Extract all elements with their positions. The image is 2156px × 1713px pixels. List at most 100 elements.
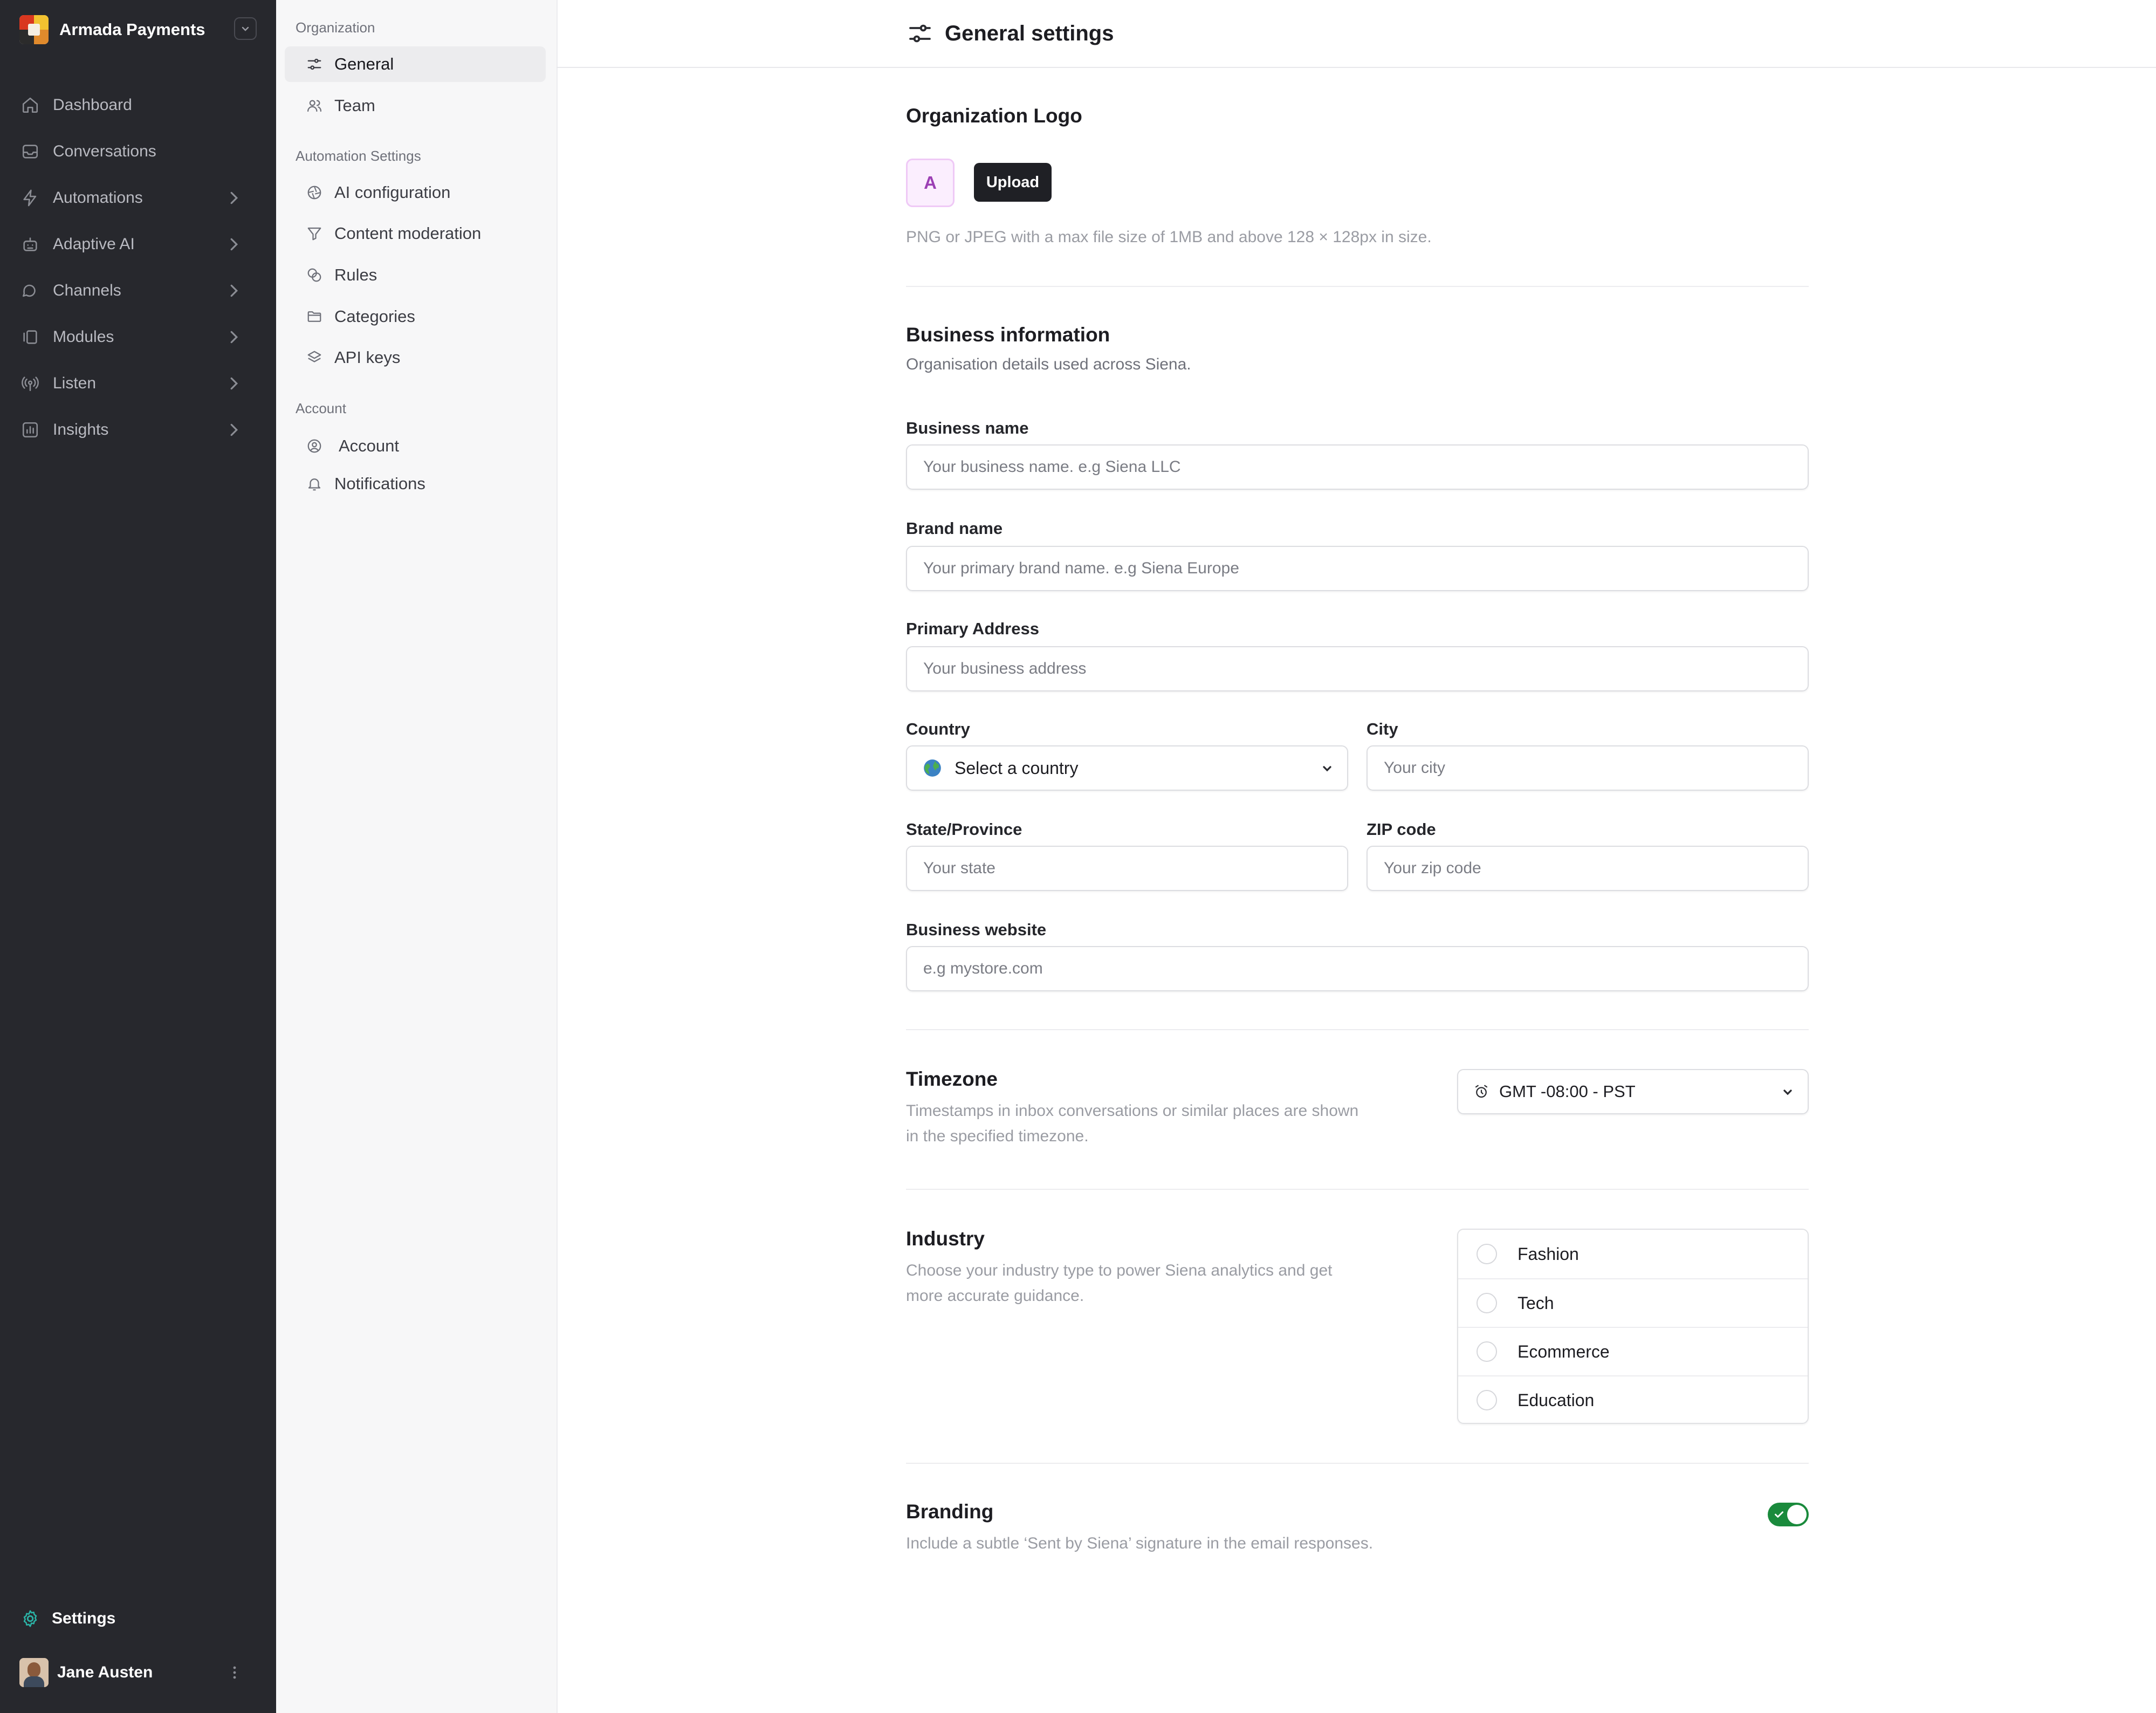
nav-label: Dashboard — [53, 96, 132, 114]
zip-field[interactable] — [1367, 846, 1809, 891]
radio-button[interactable] — [1477, 1293, 1497, 1313]
address-field[interactable] — [906, 646, 1809, 691]
nav-label: Modules — [53, 328, 114, 346]
radio-button[interactable] — [1477, 1341, 1497, 1362]
zip-input[interactable] — [1383, 846, 1808, 890]
industry-radio-group: Fashion Tech Ecommerce Education — [1457, 1229, 1809, 1424]
layers-icon — [305, 348, 324, 367]
industry-option-education[interactable]: Education — [1458, 1375, 1808, 1424]
divider — [906, 286, 1809, 287]
filter-icon — [305, 224, 324, 243]
nav-item-listen[interactable]: Listen — [19, 360, 257, 407]
section-title-timezone: Timezone — [906, 1068, 998, 1090]
nav-item-conversations[interactable]: Conversations — [19, 128, 257, 175]
business-name-field[interactable] — [906, 444, 1809, 490]
country-label: Country — [906, 720, 970, 738]
nav-item-automations[interactable]: Automations — [19, 175, 257, 221]
radio-button[interactable] — [1477, 1244, 1497, 1264]
subnav-item-rules[interactable]: Rules — [285, 257, 546, 293]
radio-button[interactable] — [1477, 1390, 1497, 1410]
subnav-item-api-keys[interactable]: API keys — [285, 340, 546, 375]
brand-name-field[interactable] — [906, 546, 1809, 591]
avatar — [19, 1658, 49, 1687]
subnav-label: AI configuration — [334, 183, 451, 202]
branding-description: Include a subtle ‘Sent by Siena’ signatu… — [906, 1534, 1374, 1552]
subnav-item-general[interactable]: General — [285, 46, 546, 82]
industry-option-tech[interactable]: Tech — [1458, 1278, 1808, 1327]
chevron-right-icon — [230, 284, 238, 297]
subnav-label: Account — [339, 436, 400, 455]
gear-icon — [19, 1608, 41, 1629]
industry-option-label: Fashion — [1518, 1244, 1579, 1264]
logo-hint: PNG or JPEG with a max file size of 1MB … — [906, 228, 1432, 246]
broadcast-icon — [19, 373, 41, 394]
chevron-down-icon — [1783, 1090, 1792, 1095]
subnav-label: Categories — [334, 307, 415, 326]
state-input[interactable] — [922, 846, 1347, 890]
website-input[interactable] — [922, 947, 1808, 991]
country-value: Select a country — [955, 758, 1079, 778]
subnav-item-ai-configuration[interactable]: AI configuration — [285, 175, 546, 210]
business-name-input[interactable] — [922, 445, 1808, 489]
nav-label: Listen — [53, 374, 97, 392]
toggle-knob — [1787, 1505, 1807, 1524]
sliders-icon — [909, 24, 931, 43]
org-logo — [19, 15, 49, 44]
subnav-label: Notifications — [334, 474, 425, 493]
subnav-item-team[interactable]: Team — [285, 88, 546, 124]
nav-item-channels[interactable]: Channels — [19, 268, 257, 314]
subnav-item-notifications[interactable]: Notifications — [285, 466, 546, 502]
website-field[interactable] — [906, 946, 1809, 991]
branding-toggle[interactable] — [1768, 1503, 1809, 1526]
city-field[interactable] — [1367, 745, 1809, 791]
timezone-select[interactable]: GMT -08:00 - PST — [1457, 1069, 1809, 1114]
sliders-icon — [305, 55, 324, 73]
industry-description: Choose your industry type to power Siena… — [906, 1262, 1333, 1305]
page-title: General settings — [907, 20, 1114, 46]
inbox-icon — [19, 141, 41, 162]
folder-icon — [305, 307, 324, 326]
users-icon — [305, 97, 324, 115]
user-menu[interactable]: Jane Austen — [19, 1655, 257, 1690]
divider — [906, 1029, 1809, 1030]
upload-button[interactable]: Upload — [974, 163, 1052, 202]
industry-option-fashion[interactable]: Fashion — [1458, 1230, 1808, 1278]
link-icon — [305, 266, 324, 284]
address-input[interactable] — [922, 647, 1808, 691]
divider — [906, 1463, 1809, 1464]
user-name: Jane Austen — [57, 1663, 153, 1681]
chevron-right-icon — [230, 423, 238, 436]
section-title-automation-settings: Automation Settings — [296, 148, 421, 164]
country-select[interactable]: Select a country — [906, 745, 1348, 791]
home-icon — [19, 94, 41, 116]
section-title-business: Business information — [906, 324, 1110, 346]
nav-item-dashboard[interactable]: Dashboard — [19, 82, 257, 128]
state-label: State/Province — [906, 820, 1022, 839]
user-circle-icon — [305, 437, 324, 455]
nav-item-adaptive-ai[interactable]: Adaptive AI — [19, 221, 257, 268]
subnav-label: Team — [334, 96, 375, 115]
more-vertical-icon[interactable] — [226, 1664, 243, 1681]
subnav-item-content-moderation[interactable]: Content moderation — [285, 216, 546, 251]
section-title-industry: Industry — [906, 1228, 985, 1250]
robot-icon — [19, 234, 41, 255]
brand-name-input[interactable] — [922, 546, 1808, 591]
state-field[interactable] — [906, 846, 1348, 891]
website-label: Business website — [906, 920, 1047, 939]
nav-item-modules[interactable]: Modules — [19, 314, 257, 360]
nav-item-insights[interactable]: Insights — [19, 407, 257, 453]
settings-subnav: Organization General Team Automation Set… — [276, 0, 558, 1713]
nav-label: Insights — [53, 421, 109, 438]
subnav-label: Content moderation — [334, 224, 482, 243]
industry-option-ecommerce[interactable]: Ecommerce — [1458, 1327, 1808, 1375]
chevron-down-icon[interactable] — [234, 17, 257, 40]
business-name-label: Business name — [906, 419, 1029, 437]
check-icon — [1774, 1511, 1784, 1518]
subnav-item-account[interactable]: Account — [285, 428, 546, 464]
subnav-item-categories[interactable]: Categories — [285, 299, 546, 334]
bolt-icon — [19, 187, 41, 209]
org-switcher[interactable]: Armada Payments — [19, 14, 257, 45]
nav-item-settings[interactable]: Settings — [19, 1600, 257, 1637]
page-title-text: General settings — [945, 21, 1114, 45]
city-input[interactable] — [1383, 746, 1808, 790]
